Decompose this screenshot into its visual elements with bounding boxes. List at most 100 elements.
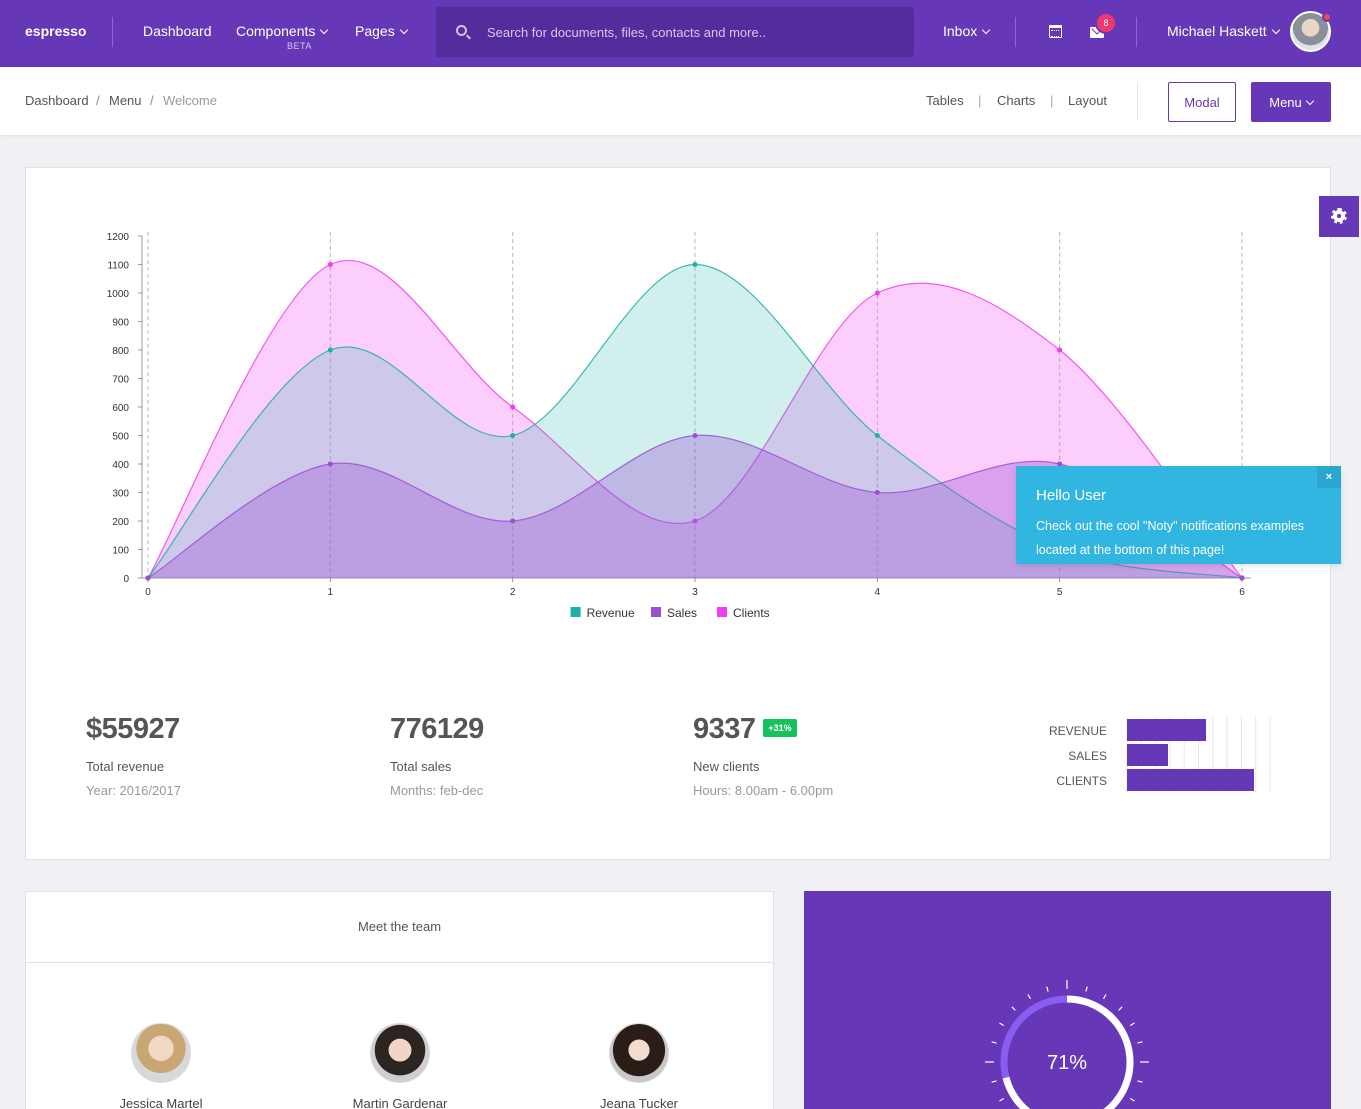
gauge-tick <box>1137 1080 1143 1083</box>
y-tick-label: 500 <box>112 432 129 443</box>
x-tick-label: 1 <box>328 587 334 598</box>
y-tick-label: 800 <box>112 346 129 357</box>
toast-message: Check out the cool "Noty" notifications … <box>1036 519 1305 557</box>
gauge-tick <box>991 1041 997 1044</box>
y-tick-label: 900 <box>112 318 129 329</box>
stat-label: New clients <box>693 759 760 774</box>
data-point <box>692 262 698 267</box>
user-name: Michael Haskett <box>1167 23 1267 39</box>
nav-link-components[interactable]: Components <box>236 23 329 39</box>
area-chart: 0 100 200 300 400 500 600 700 800 900 1000 1100 1200… <box>107 232 1251 620</box>
stat-value: 776129 <box>390 713 484 745</box>
avatar <box>131 1023 191 1083</box>
data-point <box>327 262 333 267</box>
member-name: Jeana Tucker <box>599 1096 679 1109</box>
chevron-down-icon <box>399 25 408 35</box>
menu-button-label: Menu <box>1269 94 1302 110</box>
data-point <box>1239 575 1245 581</box>
user-avatar[interactable] <box>1290 11 1332 52</box>
inbox-label: Inbox <box>943 23 978 39</box>
calendar-icon[interactable] <box>1049 25 1062 38</box>
user-menu[interactable]: Michael Haskett <box>1167 23 1280 39</box>
toast-title: Hello User <box>1036 487 1107 504</box>
breadcrumb-item[interactable]: Dashboard <box>25 93 89 108</box>
x-tick-label: 5 <box>1057 587 1063 598</box>
nav-divider <box>1015 17 1016 47</box>
stat-subtext: Year: 2016/2017 <box>86 783 181 798</box>
stat-value: $55927 <box>86 713 180 745</box>
member-name: Jessica Martel <box>119 1096 203 1109</box>
search-input[interactable] <box>487 22 887 42</box>
stat-label: Total revenue <box>86 759 165 774</box>
progress-card: 71% <box>804 891 1331 1109</box>
x-tick-label: 4 <box>875 587 881 598</box>
modal-button[interactable]: Modal <box>1168 82 1236 122</box>
breadcrumb-separator: / <box>150 93 154 108</box>
gauge-value: 71% <box>1047 1052 1087 1074</box>
legend-label: Revenue <box>587 606 635 620</box>
breadcrumb-current: Welcome <box>163 93 217 108</box>
avatar <box>609 1023 669 1083</box>
data-point <box>874 433 880 438</box>
x-tick-label: 2 <box>510 587 516 598</box>
search-bar <box>436 7 914 57</box>
search-icon[interactable] <box>456 25 467 36</box>
minibar-label: SALES <box>1068 749 1107 763</box>
team-member[interactable]: Jessica Martel <box>81 1023 241 1109</box>
nav-divider <box>1136 17 1137 47</box>
legend-swatch <box>651 607 661 617</box>
team-card: Meet the team Jessica Martel Martin Gard… <box>25 891 774 1109</box>
gauge-tick <box>991 1080 997 1083</box>
settings-toggle[interactable] <box>1319 196 1359 237</box>
sublink-layout[interactable]: Layout <box>1068 93 1107 108</box>
data-point <box>874 290 880 296</box>
y-tick-label: 200 <box>112 517 129 528</box>
y-tick-label: 400 <box>112 460 129 471</box>
chevron-down-icon <box>1305 96 1315 105</box>
nav-link-pages[interactable]: Pages <box>355 23 408 39</box>
stat-sales: 776129 Total sales Months: feb-dec <box>390 713 484 798</box>
legend-swatch <box>570 607 581 617</box>
minibar-clients <box>1127 769 1255 791</box>
inbox-dropdown[interactable]: Inbox <box>943 23 991 39</box>
minibar-sales <box>1127 744 1169 766</box>
menu-button[interactable]: Menu <box>1251 82 1331 122</box>
sublink-tables[interactable]: Tables <box>926 93 964 108</box>
close-icon[interactable]: × <box>1317 466 1341 488</box>
y-tick-label: 1200 <box>107 232 130 243</box>
minibar-label: REVENUE <box>1048 724 1107 738</box>
growth-badge: +31% <box>763 719 797 737</box>
subheader-divider <box>1137 83 1138 119</box>
nav-link-label: Dashboard <box>143 23 212 39</box>
x-tick-label: 3 <box>692 587 698 598</box>
legend-label: Sales <box>667 606 697 620</box>
status-dot <box>1322 12 1332 22</box>
stat-subtext: Months: feb-dec <box>390 783 484 798</box>
nav-link-dashboard[interactable]: Dashboard <box>143 23 212 39</box>
gauge-tick <box>1129 1022 1135 1027</box>
minibar-label: CLIENTS <box>1056 774 1107 788</box>
mail-count-badge: 8 <box>1095 12 1117 34</box>
stat-clients: 9337 New clients Hours: 8.00am - 6.00pm <box>693 713 833 798</box>
breadcrumb-separator: / <box>96 93 100 108</box>
y-tick-label: 1000 <box>107 289 130 300</box>
y-tick-label: 700 <box>112 375 129 386</box>
nav-link-label: Components <box>236 23 316 39</box>
gauge-tick <box>1102 994 1107 1000</box>
brand-logo[interactable]: espresso <box>25 23 86 39</box>
gauge-tick <box>999 1097 1005 1102</box>
sub-header: Dashboard / Menu / Welcome Tables | Char… <box>0 67 1361 136</box>
breadcrumb-item[interactable]: Menu <box>109 93 142 108</box>
gauge-tick <box>1046 986 1049 992</box>
gauge-tick <box>1118 1006 1123 1011</box>
team-member[interactable]: Martin Gardenar <box>320 1023 480 1109</box>
chevron-down-icon <box>1271 25 1280 35</box>
data-point <box>510 404 516 410</box>
link-separator: | <box>978 93 982 108</box>
sublink-charts[interactable]: Charts <box>997 93 1035 108</box>
data-point <box>145 575 151 581</box>
beta-tag: BETA <box>287 41 312 51</box>
link-separator: | <box>1050 93 1054 108</box>
team-member[interactable]: Jeana Tucker <box>559 1023 719 1109</box>
gauge-tick <box>1011 1006 1016 1011</box>
